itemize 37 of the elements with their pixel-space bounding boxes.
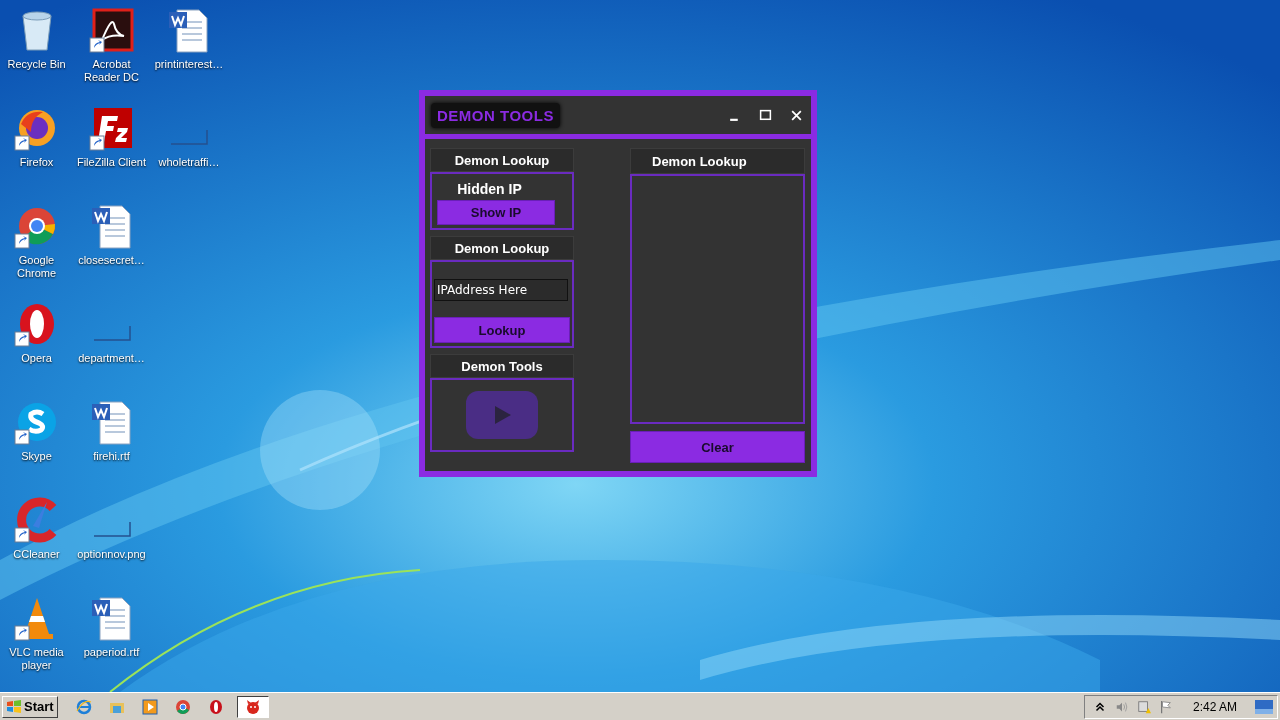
icon-label[interactable]: Acrobat Reader DC — [74, 58, 149, 84]
icon-label[interactable]: Recycle Bin — [7, 58, 66, 71]
panel-header: Demon Tools — [430, 354, 574, 378]
show-desktop-icon[interactable] — [1255, 699, 1273, 714]
show-ip-button[interactable]: Show IP — [437, 200, 555, 225]
network-icon[interactable] — [1136, 699, 1151, 714]
hidden-ip-label: Hidden IP — [457, 181, 522, 197]
panel-header: Demon Lookup — [430, 148, 574, 172]
ip-address-field[interactable]: IPAddress Here — [434, 279, 568, 301]
windows-logo-icon — [6, 698, 22, 715]
icon-label[interactable]: Google Chrome — [0, 254, 74, 280]
icon-label[interactable]: Skype — [21, 450, 52, 463]
window-title: DEMON TOOLS — [431, 102, 560, 128]
icon-label[interactable]: printinterest… — [154, 58, 224, 71]
icon-label[interactable]: wholetraffi… — [158, 156, 220, 169]
icon-label[interactable]: VLC media player — [0, 646, 74, 672]
maximize-icon[interactable] — [759, 108, 772, 122]
start-button[interactable]: Start — [2, 695, 58, 718]
clock[interactable]: 2:42 AM — [1192, 699, 1237, 714]
icon-label[interactable]: Firefox — [19, 156, 54, 169]
panel-header: Demon Lookup — [430, 236, 574, 260]
clear-button[interactable]: Clear — [630, 431, 805, 463]
icon-label[interactable]: CCleaner — [13, 548, 60, 561]
icon-label[interactable]: firehi.rtf — [93, 450, 130, 463]
icon-label[interactable]: FileZilla Client — [76, 156, 147, 169]
icon-label[interactable]: department… — [78, 352, 145, 365]
icon-label[interactable]: Opera — [21, 352, 52, 365]
taskbar-app[interactable] — [236, 695, 269, 718]
close-icon[interactable] — [790, 108, 803, 122]
icon-label[interactable]: paperiod.rtf — [83, 646, 140, 659]
icon-label[interactable]: closesecret… — [78, 254, 145, 267]
flag-icon[interactable] — [1158, 699, 1173, 714]
app-icon[interactable] — [244, 698, 261, 715]
lookup-button[interactable]: Lookup — [434, 317, 570, 343]
icon-label[interactable]: optionnov.png — [77, 548, 146, 561]
panel-header: Demon Lookup — [630, 148, 805, 174]
desktop-icon[interactable] — [87, 6, 136, 54]
